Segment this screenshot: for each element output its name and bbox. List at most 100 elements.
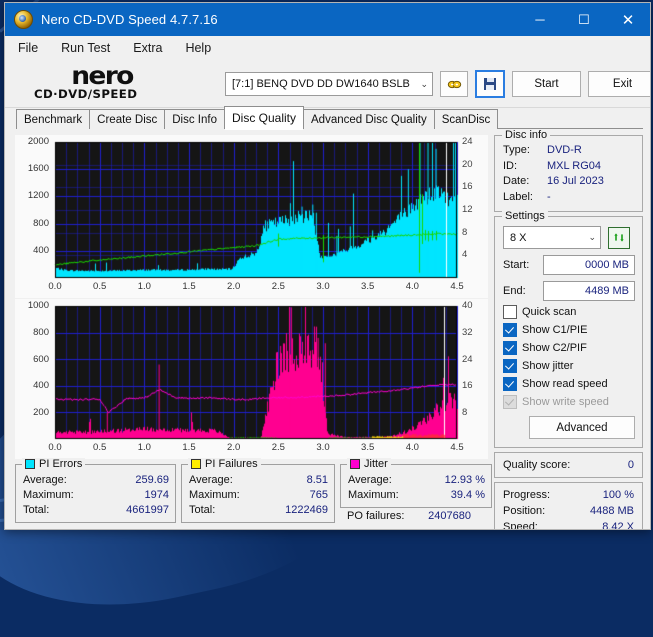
title-bar: Nero CD-DVD Speed 4.7.7.16 ─ ☐ ✕ [5, 3, 650, 36]
settings-legend: Settings [502, 210, 548, 222]
table-row: Total: 1222469 [189, 504, 328, 516]
quality-score-panel: Quality score: 0 [494, 452, 643, 478]
quality-score-row: Quality score: 0 [503, 457, 634, 473]
advanced-button[interactable]: Advanced [529, 416, 635, 439]
tab-bar: Benchmark Create Disc Disc Info Disc Qua… [5, 106, 650, 130]
checkbox-checked-icon [503, 359, 517, 373]
y2-axis-tick-label: 12 [462, 204, 473, 215]
x-axis-tick-label: 2.0 [227, 442, 241, 454]
menu-item-run-test[interactable]: Run Test [58, 39, 113, 57]
start-button[interactable]: Start [512, 71, 581, 97]
refresh-button[interactable] [608, 226, 630, 249]
tab-create-disc[interactable]: Create Disc [89, 109, 166, 129]
refresh-arrows-icon [613, 233, 624, 242]
nero-logo: nero CD·DVD∕SPEED [34, 61, 211, 105]
save-button[interactable] [475, 70, 505, 98]
menu-item-help[interactable]: Help [182, 39, 214, 57]
speed-settings-button[interactable] [440, 71, 468, 97]
application-window: Nero CD-DVD Speed 4.7.7.16 ─ ☐ ✕ File Ru… [4, 2, 651, 530]
x-axis-tick-label: 3.5 [361, 281, 375, 292]
drive-select[interactable]: [7:1] BENQ DVD DD DW1640 BSLB ⌄ [225, 72, 433, 96]
menu-item-extra[interactable]: Extra [130, 39, 165, 57]
chevron-down-icon: ⌄ [588, 232, 596, 242]
disc-info-legend: Disc info [502, 129, 551, 141]
y2-axis-tick-label: 32 [462, 327, 473, 339]
nero-disc-icon [14, 10, 33, 29]
y2-axis-tick-label: 20 [462, 158, 473, 170]
disc-info-panel: Disc info Type: DVD-R ID: MXL RG04 Date: 16… [494, 129, 643, 212]
y2-axis-tick-label: 24 [462, 136, 473, 147]
checkbox-disabled-icon [503, 395, 517, 409]
checkbox-show-write-speed: Show write speed [503, 395, 635, 409]
tab-scandisc[interactable]: ScanDisc [433, 109, 499, 129]
y-axis-tick-label: 200 [33, 406, 49, 418]
menu-bar: File Run Test Extra Help [5, 36, 650, 61]
table-row: Total: 4661997 [23, 504, 169, 516]
x-axis-tick-label: 1.5 [182, 442, 196, 454]
minimize-button[interactable]: ─ [518, 3, 562, 36]
x-axis-tick-label: 2.0 [227, 281, 241, 292]
checkbox-quick-scan[interactable]: Quick scan [503, 305, 635, 319]
disc-info-row-label: Label: - [503, 190, 551, 203]
pi-errors-title: PI Errors [39, 458, 83, 470]
table-row: Average: 12.93 % [348, 474, 485, 486]
table-row: Maximum: 39.4 % [348, 489, 485, 501]
x-axis-tick-label: 1.5 [182, 281, 196, 292]
progress-panel: Progress: 100 % Position: 4488 MB Speed: 8.… [494, 482, 643, 530]
y-axis-tick-label: 800 [33, 327, 49, 339]
toolbar: nero CD·DVD∕SPEED [7:1] BENQ DVD DD DW16… [5, 61, 650, 108]
checkbox-show-read-speed[interactable]: Show read speed [503, 377, 635, 391]
tab-disc-info[interactable]: Disc Info [164, 109, 225, 129]
checkbox-show-c1-pie[interactable]: Show C1/PIE [503, 323, 635, 337]
table-row: Average: 8.51 [189, 474, 328, 486]
y2-axis-tick-label: 4 [462, 249, 468, 261]
statistics-row: PI Errors Average: 259.69 Maximum: 1974 To… [15, 458, 492, 523]
tab-advanced-disc-quality[interactable]: Advanced Disc Quality [303, 109, 435, 129]
disc-info-row-date: Date: 16 Jul 2023 [503, 175, 604, 187]
x-axis-tick-label: 4.0 [405, 281, 419, 292]
pi-errors-color-swatch [25, 459, 35, 469]
end-input[interactable]: 4489 MB [543, 281, 635, 301]
tab-benchmark[interactable]: Benchmark [16, 109, 91, 129]
exit-button[interactable]: Exit [588, 71, 650, 97]
speed-select[interactable]: 8 X ⌄ [503, 226, 601, 249]
main-content: 400 800 1200 1600 2000 4 8 12 16 20 24 0.0 0.5 1.0 1.5… [5, 129, 650, 529]
x-axis-tick-label: 4.0 [405, 442, 419, 454]
x-axis-tick-label: 2.5 [271, 281, 285, 292]
x-axis-tick-label: 3.5 [361, 442, 375, 454]
checkbox-show-jitter[interactable]: Show jitter [503, 359, 635, 373]
table-row: Average: 259.69 [23, 474, 169, 486]
charts-column: 400 800 1200 1600 2000 4 8 12 16 20 24 0.0 0.5 1.0 1.5… [15, 135, 492, 523]
start-input[interactable]: 0000 MB [543, 255, 635, 275]
drive-select-value: [7:1] BENQ DVD DD DW1640 BSLB [232, 78, 410, 90]
speed-row: Speed: 8.42 X [503, 521, 634, 530]
quality-score-label: Quality score: [503, 459, 571, 471]
maximize-button[interactable]: ☐ [562, 3, 606, 36]
floppy-save-icon [484, 78, 496, 90]
window-title: Nero CD-DVD Speed 4.7.7.16 [41, 12, 218, 27]
close-button[interactable]: ✕ [606, 3, 650, 36]
tab-disc-quality[interactable]: Disc Quality [224, 106, 305, 130]
x-axis-tick-label: 0.0 [48, 442, 62, 454]
y-axis-tick-label: 400 [33, 380, 49, 392]
checkbox-show-c2-pif[interactable]: Show C2/PIF [503, 341, 635, 355]
pif-jitter-chart-canvas [15, 299, 488, 460]
x-axis-tick-label: 3.0 [316, 281, 330, 292]
progress-row: Progress: 100 % [503, 489, 634, 501]
x-axis-tick-label: 4.5 [450, 281, 464, 292]
y-axis-tick-label: 600 [33, 353, 49, 365]
pi-failures-box: PI Failures Average: 8.51 Maximum: 765 Tot… [181, 458, 335, 523]
x-axis-tick-label: 2.5 [271, 442, 285, 454]
y2-axis-tick-label: 40 [462, 300, 473, 312]
jitter-legend: Jitter [347, 458, 391, 470]
po-failures-value: 2407680 [428, 510, 471, 522]
pi-failures-title: PI Failures [205, 458, 258, 470]
start-field-row: Start: 0000 MB [503, 255, 635, 275]
menu-item-file[interactable]: File [15, 39, 41, 57]
position-row: Position: 4488 MB [503, 505, 634, 517]
checkbox-checked-icon [503, 377, 517, 391]
x-axis-tick-label: 4.5 [450, 442, 464, 454]
y-axis-tick-label: 2000 [27, 136, 49, 147]
y-axis-tick-label: 1200 [27, 190, 49, 202]
y-axis-tick-label: 400 [33, 244, 49, 256]
